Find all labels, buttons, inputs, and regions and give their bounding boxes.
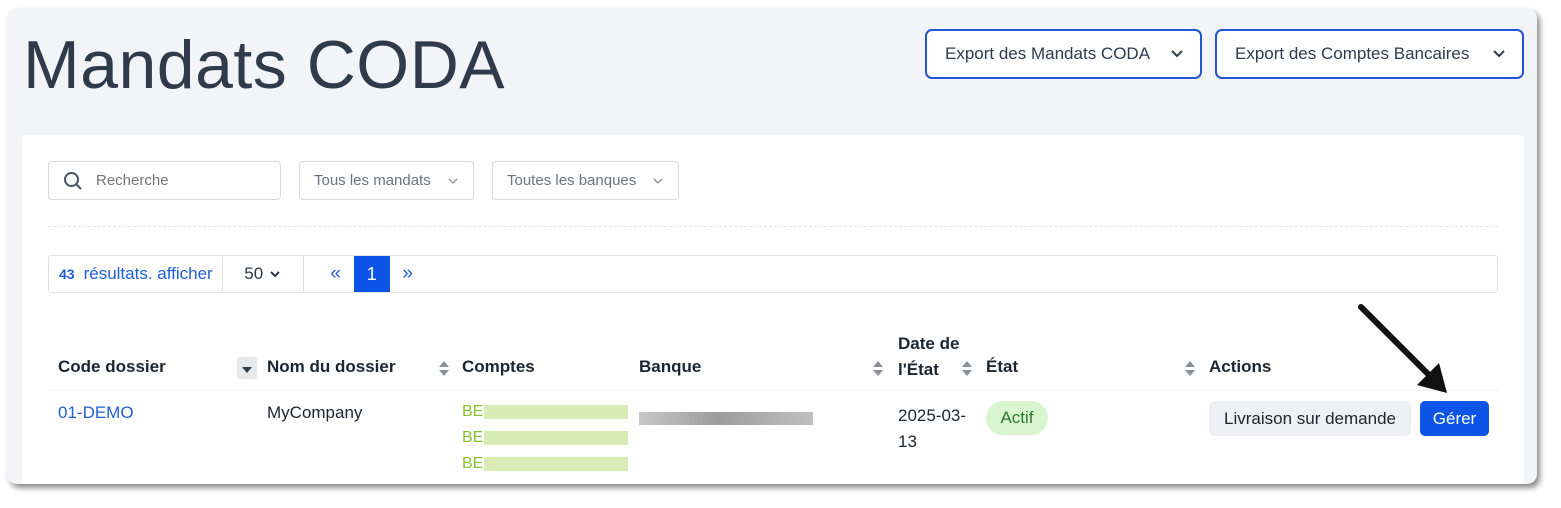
- sort-icon[interactable]: [873, 361, 883, 377]
- export-mandats-label: Export des Mandats CODA: [945, 44, 1151, 63]
- header-nom-dossier[interactable]: Nom du dossier: [267, 357, 395, 377]
- header-date-line2: l'État: [898, 360, 939, 379]
- page-title: Mandats CODA: [23, 27, 506, 103]
- account-redacted: [484, 404, 629, 419]
- row-date-line2: 13: [898, 432, 917, 451]
- row-nom: MyCompany: [267, 403, 363, 422]
- header-date-line1: Date de: [898, 334, 960, 353]
- pagination-bar: 43 résultats. afficher 50 « 1 »: [48, 255, 1498, 293]
- mandats-select[interactable]: Tous les mandats: [299, 161, 474, 200]
- header-code-dossier[interactable]: Code dossier: [58, 357, 166, 377]
- export-comptes-button[interactable]: Export des Comptes Bancaires: [1215, 29, 1524, 79]
- table-divider: [48, 390, 1498, 391]
- export-mandats-button[interactable]: Export des Mandats CODA: [925, 29, 1202, 79]
- page-1-button[interactable]: 1: [353, 256, 390, 292]
- chevron-down-icon: [1171, 50, 1183, 58]
- prev-page-button[interactable]: «: [318, 256, 354, 292]
- results-count-text: résultats. afficher: [83, 264, 213, 283]
- livraison-button[interactable]: Livraison sur demande: [1209, 401, 1411, 436]
- results-count: 43 résultats. afficher: [49, 256, 223, 292]
- bank-redacted: [639, 412, 813, 425]
- sort-icon[interactable]: [439, 361, 449, 377]
- chevron-down-icon: [270, 271, 280, 278]
- mandats-select-value: Tous les mandats: [314, 172, 431, 189]
- header-banque[interactable]: Banque: [639, 357, 701, 377]
- export-comptes-label: Export des Comptes Bancaires: [1235, 44, 1470, 63]
- account-item: BE: [462, 455, 629, 473]
- row-date-line1: 2025-03-: [898, 406, 967, 425]
- status-badge: Actif: [986, 401, 1048, 435]
- divider: [48, 226, 1498, 227]
- row-date: 2025-03- 13: [898, 403, 966, 455]
- chevron-down-icon: [1493, 50, 1505, 58]
- row-code-link[interactable]: 01-DEMO: [58, 403, 134, 423]
- header-etat[interactable]: État: [986, 357, 1018, 377]
- header-actions: Actions: [1209, 357, 1272, 376]
- account-prefix: BE: [462, 403, 484, 420]
- banques-select[interactable]: Toutes les banques: [492, 161, 679, 200]
- account-item: BE: [462, 403, 629, 421]
- per-page-select[interactable]: 50: [223, 256, 304, 292]
- account-item: BE: [462, 429, 629, 447]
- gerer-button[interactable]: Gérer: [1420, 401, 1489, 436]
- chevron-down-icon: [653, 178, 663, 184]
- search-input[interactable]: [94, 171, 268, 190]
- search-field[interactable]: [48, 161, 281, 200]
- sort-icon[interactable]: [237, 357, 257, 379]
- sort-icon[interactable]: [1185, 361, 1195, 377]
- account-prefix: BE: [462, 455, 484, 472]
- sort-icon[interactable]: [962, 361, 972, 377]
- account-redacted: [484, 430, 629, 445]
- per-page-value: 50: [244, 264, 264, 283]
- pointer-arrow-icon: [1358, 304, 1447, 393]
- chevron-down-icon: [448, 178, 458, 184]
- banques-select-value: Toutes les banques: [507, 172, 637, 189]
- mandats-card: Tous les mandats Toutes les banques 43 r…: [22, 135, 1524, 484]
- search-icon: [64, 171, 82, 190]
- app-window: Mandats CODA Export des Mandats CODA Exp…: [7, 8, 1537, 484]
- header-comptes: Comptes: [462, 357, 535, 376]
- results-count-number: 43: [59, 266, 75, 282]
- account-prefix: BE: [462, 429, 484, 446]
- header-date-etat[interactable]: Date de l'État: [898, 331, 959, 383]
- account-redacted: [484, 456, 629, 471]
- next-page-button[interactable]: »: [390, 256, 426, 292]
